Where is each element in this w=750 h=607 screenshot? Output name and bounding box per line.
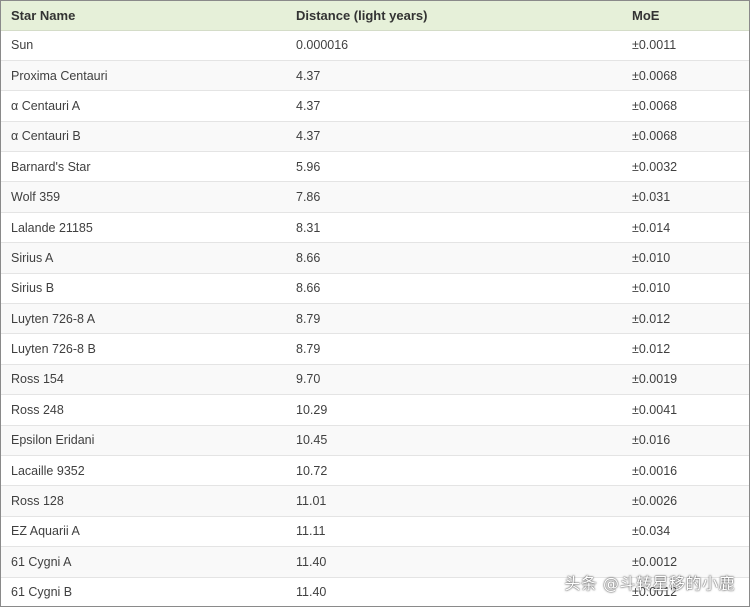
- moe-cell: ±0.016: [622, 425, 749, 456]
- moe-cell: ±0.0032: [622, 151, 749, 183]
- star-name-cell: Ross 154: [1, 364, 286, 396]
- table-row: Sirius A 8.66 ±0.010: [1, 242, 749, 274]
- table-row: α Centauri B 4.37 ±0.0068: [1, 121, 749, 153]
- distance-cell: 4.37: [286, 121, 622, 153]
- table-row: Barnard's Star 5.96 ±0.0032: [1, 151, 749, 183]
- table-row: Ross 154 9.70 ±0.0019: [1, 364, 749, 396]
- table-body: Sun 0.000016 ±0.0011 Proxima Centauri 4.37 ±0…: [1, 30, 749, 606]
- moe-cell: ±0.0041: [622, 394, 749, 426]
- moe-cell: ±0.0011: [622, 30, 749, 61]
- table-row: EZ Aquarii A 11.11 ±0.034: [1, 516, 749, 548]
- star-name-cell: Luyten 726-8 A: [1, 303, 286, 335]
- moe-cell: ±0.012: [622, 303, 749, 335]
- table-row: Ross 128 11.01 ±0.0026: [1, 485, 749, 517]
- distance-cell: 0.000016: [286, 30, 622, 61]
- star-name-cell: Ross 128: [1, 485, 286, 517]
- distance-cell: 4.37: [286, 60, 622, 92]
- star-distance-table-frame: Star Name Distance (light years) MoE Sun…: [0, 0, 750, 607]
- moe-cell: ±0.014: [622, 212, 749, 244]
- distance-cell: 9.70: [286, 364, 622, 396]
- column-header-distance: Distance (light years): [286, 1, 622, 31]
- distance-cell: 8.79: [286, 303, 622, 335]
- star-name-cell: EZ Aquarii A: [1, 516, 286, 548]
- moe-cell: ±0.031: [622, 181, 749, 213]
- star-name-cell: Ross 248: [1, 394, 286, 426]
- table-row: α Centauri A 4.37 ±0.0068: [1, 90, 749, 122]
- star-name-cell: Wolf 359: [1, 181, 286, 213]
- star-name-cell: Sun: [1, 30, 286, 61]
- table-row: Proxima Centauri 4.37 ±0.0068: [1, 60, 749, 92]
- column-header-moe: MoE: [622, 1, 749, 31]
- table-row: Epsilon Eridani 10.45 ±0.016: [1, 425, 749, 456]
- column-header-star-name: Star Name: [1, 1, 286, 31]
- distance-cell: 7.86: [286, 181, 622, 213]
- star-name-cell: 61 Cygni A: [1, 546, 286, 578]
- table-row: Luyten 726-8 A 8.79 ±0.012: [1, 303, 749, 335]
- table-header: Star Name Distance (light years) MoE: [1, 1, 749, 31]
- star-name-cell: Sirius B: [1, 273, 286, 305]
- distance-cell: 10.29: [286, 394, 622, 426]
- star-name-cell: Lacaille 9352: [1, 455, 286, 487]
- moe-cell: ±0.0019: [622, 364, 749, 396]
- distance-cell: 4.37: [286, 90, 622, 122]
- star-name-cell: Lalande 21185: [1, 212, 286, 244]
- moe-cell: ±0.010: [622, 273, 749, 305]
- table-row: Sun 0.000016 ±0.0011: [1, 30, 749, 61]
- distance-cell: 8.66: [286, 273, 622, 305]
- distance-cell: 10.72: [286, 455, 622, 487]
- moe-cell: ±0.012: [622, 333, 749, 365]
- star-name-cell: Epsilon Eridani: [1, 425, 286, 456]
- table-row: Lalande 21185 8.31 ±0.014: [1, 212, 749, 244]
- table-row: Luyten 726-8 B 8.79 ±0.012: [1, 333, 749, 365]
- moe-cell: ±0.010: [622, 242, 749, 274]
- star-name-cell: 61 Cygni B: [1, 577, 286, 606]
- table-row: Lacaille 9352 10.72 ±0.0016: [1, 455, 749, 487]
- star-name-cell: Luyten 726-8 B: [1, 333, 286, 365]
- table-header-row: Star Name Distance (light years) MoE: [1, 1, 749, 31]
- distance-cell: 11.11: [286, 516, 622, 548]
- table-row: Ross 248 10.29 ±0.0041: [1, 394, 749, 426]
- table-row: Sirius B 8.66 ±0.010: [1, 273, 749, 305]
- star-name-cell: α Centauri B: [1, 121, 286, 153]
- moe-cell: ±0.0026: [622, 485, 749, 517]
- distance-cell: 8.66: [286, 242, 622, 274]
- moe-cell: ±0.0016: [622, 455, 749, 487]
- distance-cell: 5.96: [286, 151, 622, 183]
- star-distance-table: Star Name Distance (light years) MoE Sun…: [1, 1, 749, 606]
- distance-cell: 8.31: [286, 212, 622, 244]
- distance-cell: 10.45: [286, 425, 622, 456]
- star-name-cell: Proxima Centauri: [1, 60, 286, 92]
- watermark-text: 头条 @斗转星移的小鹿: [564, 574, 735, 593]
- star-name-cell: α Centauri A: [1, 90, 286, 122]
- moe-cell: ±0.0068: [622, 90, 749, 122]
- star-name-cell: Barnard's Star: [1, 151, 286, 183]
- moe-cell: ±0.0068: [622, 121, 749, 153]
- moe-cell: ±0.0068: [622, 60, 749, 92]
- moe-cell: ±0.034: [622, 516, 749, 548]
- star-name-cell: Sirius A: [1, 242, 286, 274]
- distance-cell: 8.79: [286, 333, 622, 365]
- table-row: Wolf 359 7.86 ±0.031: [1, 181, 749, 213]
- distance-cell: 11.01: [286, 485, 622, 517]
